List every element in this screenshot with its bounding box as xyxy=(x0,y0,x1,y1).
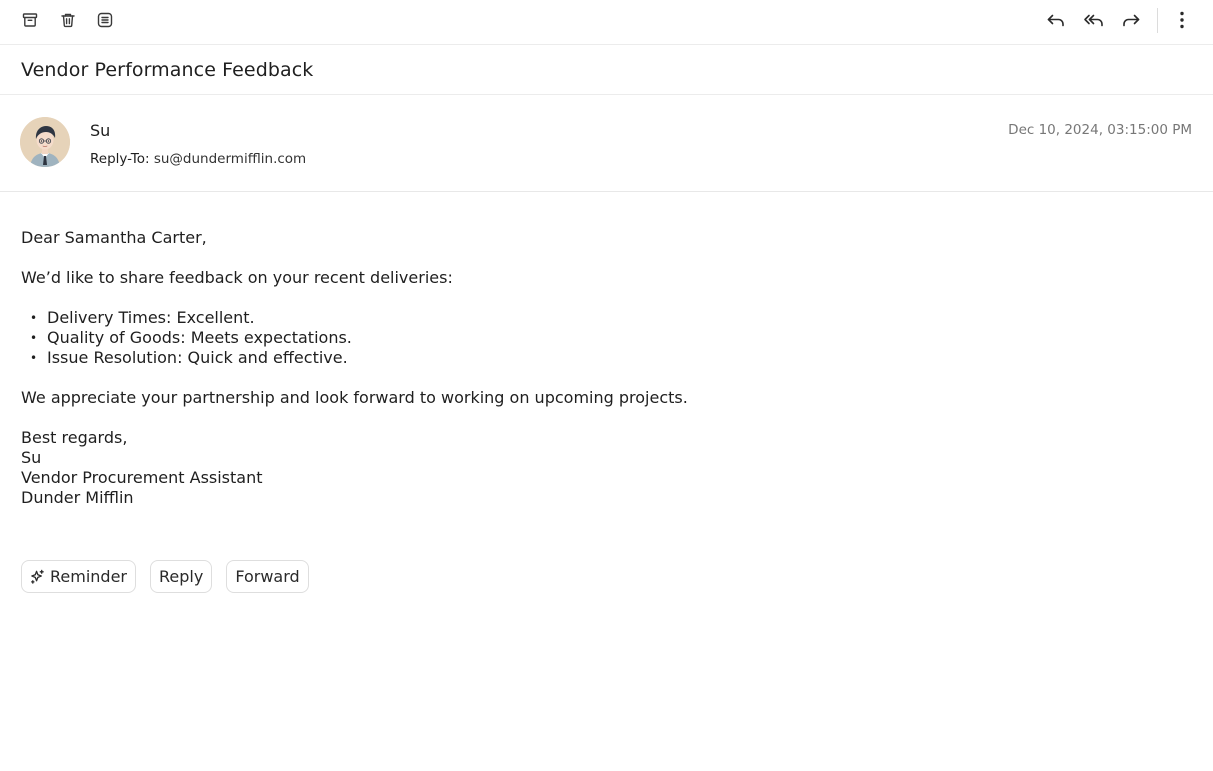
reply-all-icon xyxy=(1084,14,1103,27)
reply-button[interactable]: Reply xyxy=(150,560,213,593)
greeting: Dear Samantha Carter, xyxy=(21,228,207,247)
forward-label: Forward xyxy=(235,567,300,586)
archive-button[interactable] xyxy=(17,7,43,33)
reply-to: Reply-To: su@dundermifflin.com xyxy=(90,151,306,167)
more-vertical-icon xyxy=(1180,11,1184,29)
list-item: Issue Resolution: Quick and effective. xyxy=(21,348,1191,368)
forward-toolbar-button[interactable] xyxy=(1118,7,1144,33)
email-body: Dear Samantha Carter, We’d like to share… xyxy=(21,228,1191,508)
subject-bar: Vendor Performance Feedback xyxy=(0,45,1213,95)
delete-button[interactable] xyxy=(55,7,81,33)
email-subject: Vendor Performance Feedback xyxy=(21,59,314,81)
signature-title: Vendor Procurement Assistant xyxy=(21,468,263,487)
closing-line: We appreciate your partnership and look … xyxy=(21,388,688,407)
reply-label: Reply xyxy=(159,567,204,586)
list-view-button[interactable] xyxy=(92,7,118,33)
reply-toolbar-button[interactable] xyxy=(1043,7,1069,33)
more-options-button[interactable] xyxy=(1169,7,1195,33)
signoff: Best regards, xyxy=(21,428,128,447)
sender-name: Su xyxy=(90,121,111,140)
signature-company: Dunder Mifflin xyxy=(21,488,134,507)
intro-line: We’d like to share feedback on your rece… xyxy=(21,268,453,287)
reply-icon xyxy=(1047,14,1064,27)
toolbar xyxy=(0,0,1213,45)
list-item: Delivery Times: Excellent. xyxy=(21,308,1191,328)
trash-icon xyxy=(61,13,75,28)
email-header: Su Reply-To: su@dundermifflin.com Dec 10… xyxy=(0,95,1213,192)
archive-icon xyxy=(22,13,38,27)
email-date: Dec 10, 2024, 03:15:00 PM xyxy=(1008,122,1192,138)
avatar-illustration-icon xyxy=(20,117,70,167)
reminder-label: Reminder xyxy=(50,567,127,586)
feedback-list: Delivery Times: Excellent. Quality of Go… xyxy=(21,308,1191,368)
toolbar-divider xyxy=(1157,8,1158,33)
reply-to-address[interactable]: su@dundermifflin.com xyxy=(154,151,306,167)
forward-icon xyxy=(1123,14,1140,27)
list-item: Quality of Goods: Meets expectations. xyxy=(21,328,1191,348)
reply-all-toolbar-button[interactable] xyxy=(1081,7,1107,33)
reminder-button[interactable]: Reminder xyxy=(21,560,136,593)
action-buttons: Reminder Reply Forward xyxy=(21,560,309,593)
list-view-icon xyxy=(97,12,113,28)
signature-name: Su xyxy=(21,448,42,467)
avatar[interactable] xyxy=(20,117,70,167)
forward-button[interactable]: Forward xyxy=(226,560,309,593)
sparkle-icon xyxy=(31,569,44,584)
reply-to-label: Reply-To: xyxy=(90,151,150,167)
